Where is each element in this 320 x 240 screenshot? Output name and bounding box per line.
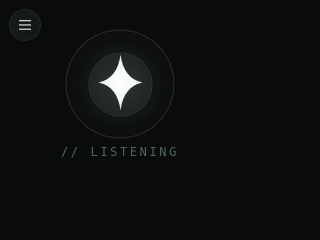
status-label: // LISTENING	[0, 145, 240, 159]
orb-core	[89, 53, 151, 115]
menu-button[interactable]	[10, 10, 40, 40]
voice-orb[interactable]	[65, 29, 175, 139]
hamburger-menu-icon	[19, 20, 31, 30]
status-prefix: //	[61, 145, 81, 159]
status-text: LISTENING	[90, 145, 179, 159]
sparkle-star-icon	[96, 52, 144, 116]
orb-middle-ring	[80, 44, 160, 124]
